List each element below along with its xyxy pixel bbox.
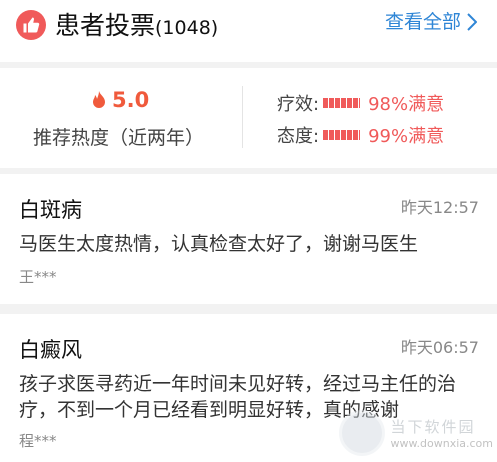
- score-block: 5.0: [92, 88, 149, 112]
- review-item[interactable]: 白斑病 昨天12:57 马医生太度热情，认真检查太好了，谢谢马医生 王***: [0, 174, 497, 304]
- stats-panel: 5.0 推荐热度（近两年） 疗效: 98%满意 态度: 99%满意: [0, 68, 497, 168]
- rating-label: 疗效:: [277, 94, 320, 115]
- watermark-url: www.downxia.com: [390, 436, 493, 450]
- view-all-link[interactable]: 查看全部: [385, 9, 477, 35]
- score-label: 推荐热度（近两年）: [33, 127, 205, 149]
- vote-count: (1048): [155, 17, 219, 39]
- rating-value: 99%满意: [368, 126, 445, 147]
- vertical-divider: [242, 86, 243, 148]
- review-disease: 白癜风: [19, 338, 82, 362]
- divider: [0, 304, 497, 314]
- rating-efficacy: 疗效: 98%满意: [277, 90, 444, 116]
- rating-bar: [323, 130, 361, 140]
- votes-header: 患者投票(1048) 查看全部: [0, 0, 497, 62]
- watermark: 当下软件园 www.downxia.com: [338, 410, 493, 456]
- watermark-cn: 当下软件园: [390, 417, 476, 436]
- title-text: 患者投票: [55, 11, 156, 40]
- review-time: 昨天12:57: [400, 198, 479, 217]
- review-content: 马医生太度热情，认真检查太好了，谢谢马医生: [19, 233, 419, 255]
- view-all-label: 查看全部: [384, 11, 461, 33]
- watermark-logo-icon: [338, 410, 385, 456]
- rating-label: 态度:: [277, 126, 320, 147]
- review-disease: 白斑病: [19, 198, 82, 222]
- chevron-right-icon: [467, 13, 477, 31]
- flame-icon: [93, 91, 105, 108]
- page-title: 患者投票(1048): [55, 10, 218, 44]
- thumbs-up-icon: [16, 10, 46, 40]
- score-value: 5.0: [112, 88, 150, 112]
- review-time: 昨天06:57: [400, 338, 479, 357]
- rating-value: 98%满意: [368, 94, 445, 115]
- rating-bar: [323, 98, 361, 108]
- review-author: 程***: [19, 432, 57, 450]
- rating-attitude: 态度: 99%满意: [277, 122, 444, 148]
- review-author: 王***: [19, 268, 57, 286]
